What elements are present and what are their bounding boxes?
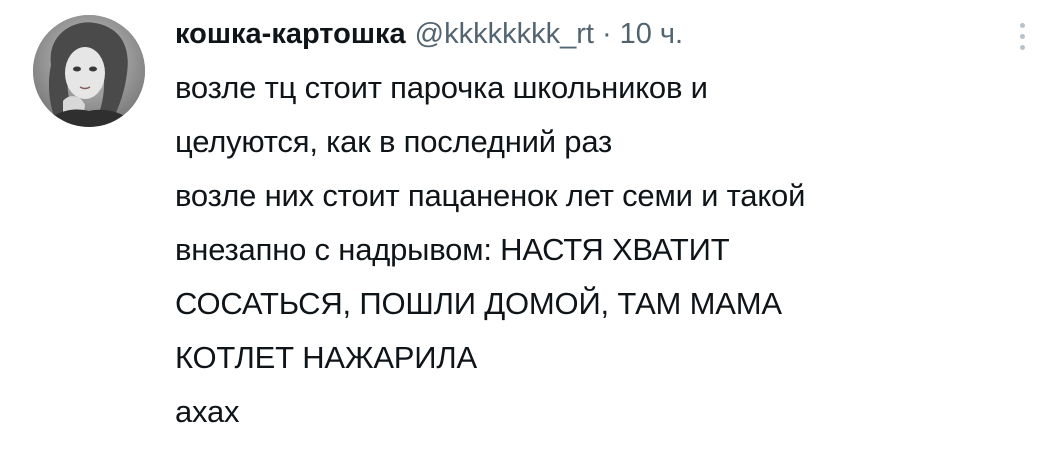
avatar[interactable] (33, 15, 145, 127)
display-name[interactable]: кошка-картошка (175, 12, 406, 56)
tweet-text-line: внезапно с надрывом: НАСТЯ ХВАТИТ (175, 232, 730, 267)
tweet-text-line: СОСАТЬСЯ, ПОШЛИ ДОМОЙ, ТАМ МАМА (175, 286, 782, 321)
more-dot (1019, 44, 1025, 50)
separator-dot: · (601, 18, 612, 50)
user-handle[interactable]: @kkkkkkkk_rt (415, 12, 594, 56)
more-vertical-icon[interactable] (1008, 18, 1036, 54)
more-dot (1019, 22, 1025, 28)
tweet-content: кошка-картошка @kkkkkkkk_rt · 10 ч. возл… (175, 12, 1035, 439)
tweet[interactable]: кошка-картошка @kkkkkkkk_rt · 10 ч. возл… (0, 0, 1041, 473)
tweet-text-line: КОТЛЕТ НАЖАРИЛА (175, 340, 477, 375)
timestamp[interactable]: 10 ч. (620, 12, 683, 56)
avatar-image (33, 15, 145, 127)
tweet-text-line: возле тц стоит парочка школьников и (175, 70, 708, 105)
tweet-text-line: ахах (175, 394, 240, 429)
tweet-header: кошка-картошка @kkkkkkkk_rt · 10 ч. (175, 12, 1035, 56)
tweet-text: возле тц стоит парочка школьников и целу… (175, 61, 1035, 439)
more-dot (1019, 33, 1025, 39)
tweet-text-line: возле них стоит пацаненок лет семи и так… (175, 178, 806, 213)
tweet-text-line: целуются, как в последний раз (175, 124, 613, 159)
